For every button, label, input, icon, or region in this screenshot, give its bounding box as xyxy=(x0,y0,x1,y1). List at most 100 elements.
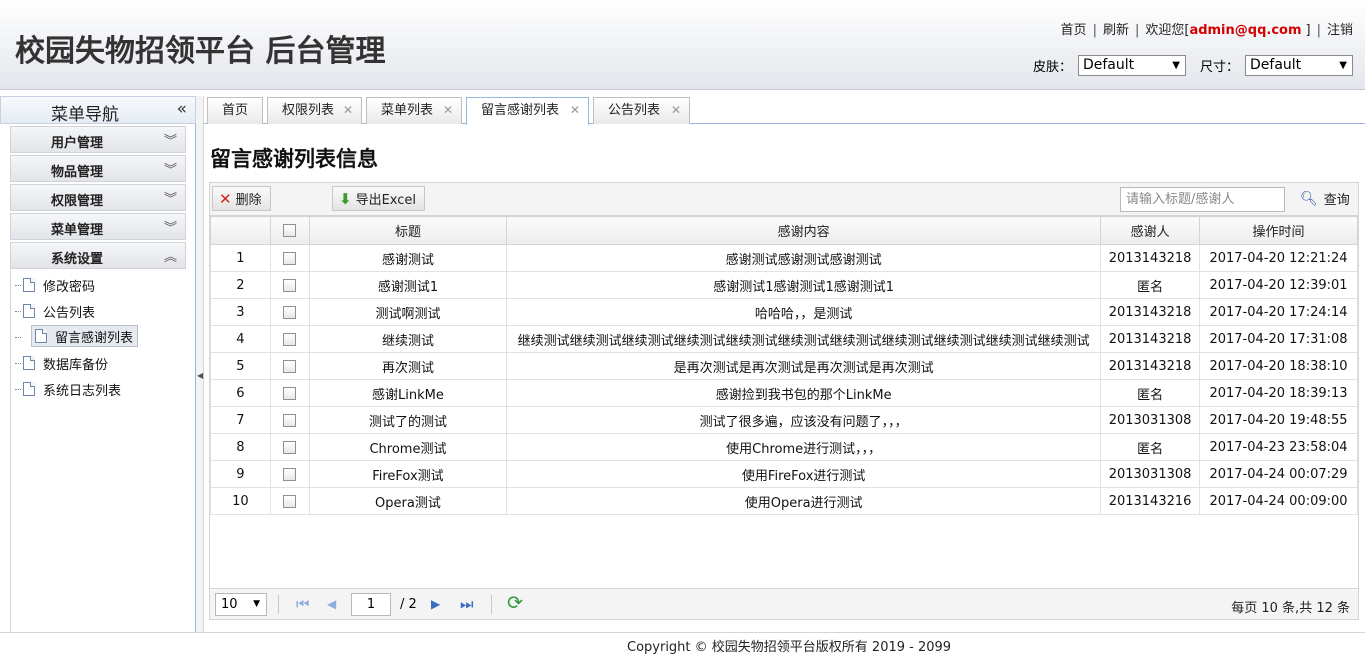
cell-content: 是再次测试是再次测试是再次测试是再次测试 xyxy=(506,352,1102,380)
header-rownum xyxy=(210,216,271,245)
table-row[interactable]: 10 Opera测试 使用Opera进行测试 2013143216 2017-04-24… xyxy=(210,487,1358,515)
tree-item-system-log[interactable]: 系统日志列表 xyxy=(23,378,125,400)
pager: 10 ▼ ⏮ ◀ 1 / 2 ▶ ⏭ ⟳ 每页 10 条,共 12 条 xyxy=(210,588,1358,619)
header-thanker[interactable]: 感谢人 xyxy=(1100,216,1201,245)
table-row[interactable]: 5 再次测试 是再次测试是再次测试是再次测试是再次测试 2013143218 2017-… xyxy=(210,352,1358,380)
pager-info: 每页 10 条,共 12 条 xyxy=(1231,601,1350,616)
close-icon[interactable]: ✕ xyxy=(570,98,580,123)
prev-page-icon[interactable]: ◀ xyxy=(327,597,336,611)
header-content[interactable]: 感谢内容 xyxy=(506,216,1102,245)
size-label: 尺寸： xyxy=(1199,60,1239,75)
cell-select[interactable] xyxy=(269,433,310,461)
close-icon[interactable]: ✕ xyxy=(671,98,681,123)
skin-select[interactable]: Default ▼ xyxy=(1077,55,1186,76)
collapse-left-icon[interactable]: « xyxy=(177,99,187,119)
tab-thanks-list[interactable]: 留言感谢列表 ✕ xyxy=(466,97,589,125)
table-row[interactable]: 6 感谢LinkMe 感谢捡到我书包的那个LinkMe 匿名 2017-04-20 18… xyxy=(210,379,1358,407)
tree-item-db-backup[interactable]: 数据库备份 xyxy=(23,352,112,374)
accordion-permission-management[interactable]: 权限管理 ︾ xyxy=(10,184,186,211)
cell-thanker: 匿名 xyxy=(1100,433,1201,461)
collapse-arrow-icon[interactable]: ◀ xyxy=(197,371,203,380)
cell-time: 2017-04-20 12:21:24 xyxy=(1199,244,1358,272)
nav-title: 菜单导航 xyxy=(51,105,119,125)
cell-thanker: 匿名 xyxy=(1100,379,1201,407)
home-link[interactable]: 首页 xyxy=(1061,19,1087,38)
next-page-icon[interactable]: ▶ xyxy=(431,597,440,611)
cell-content: 哈哈哈，，是测试 xyxy=(506,298,1102,326)
row-checkbox[interactable] xyxy=(283,413,297,427)
table-row[interactable]: 8 Chrome测试 使用Chrome进行测试，，， 匿名 2017-04-23 23:… xyxy=(210,433,1358,461)
table-row[interactable]: 3 测试啊测试 哈哈哈，，是测试 2013143218 2017-04-20 17:24… xyxy=(210,298,1358,326)
cell-select[interactable] xyxy=(269,406,310,434)
refresh-link[interactable]: 刷新 xyxy=(1103,19,1129,38)
cell-select[interactable] xyxy=(269,352,310,380)
row-checkbox[interactable] xyxy=(283,278,297,292)
tree-item-notice-list[interactable]: 公告列表 xyxy=(23,300,99,322)
cell-time: 2017-04-20 18:39:13 xyxy=(1199,379,1358,407)
delete-button[interactable]: ✕ 删除 xyxy=(212,186,271,211)
first-page-icon[interactable]: ⏮ xyxy=(296,595,310,613)
accordion-item-management[interactable]: 物品管理 ︾ xyxy=(10,155,186,182)
settings-tree: 修改密码 公告列表 留言感谢列表 数据库备份 系统日志列表 xyxy=(10,270,186,632)
cell-select[interactable] xyxy=(269,244,310,272)
accordion-user-management[interactable]: 用户管理 ︾ xyxy=(10,126,186,153)
cell-title: 继续测试 xyxy=(308,325,508,353)
cell-rownum: 8 xyxy=(210,433,271,461)
last-page-icon[interactable]: ⏭ xyxy=(460,595,474,613)
cell-select[interactable] xyxy=(269,298,310,326)
table-row[interactable]: 4 继续测试 继续测试继续测试继续测试继续测试继续测试继续测试继续测试继续测试继续测… xyxy=(210,325,1358,353)
cell-select[interactable] xyxy=(269,487,310,515)
cell-title: Chrome测试 xyxy=(308,433,508,461)
tab-home[interactable]: 首页 xyxy=(207,97,263,124)
table-row[interactable]: 2 感谢测试1 感谢测试1感谢测试1感谢测试1 匿名 2017-04-20 12:39:… xyxy=(210,271,1358,299)
row-checkbox[interactable] xyxy=(283,305,297,319)
tab-menu-list[interactable]: 菜单列表 ✕ xyxy=(366,97,462,124)
page-size-select[interactable]: 10 ▼ xyxy=(215,593,267,616)
cell-rownum: 3 xyxy=(210,298,271,326)
table-row[interactable]: 9 FireFox测试 使用FireFox进行测试 2013031308 2017-04… xyxy=(210,460,1358,488)
document-icon xyxy=(35,329,47,343)
cell-thanker: 匿名 xyxy=(1100,271,1201,299)
row-checkbox[interactable] xyxy=(283,332,297,346)
delete-x-icon: ✕ xyxy=(219,189,232,208)
row-checkbox[interactable] xyxy=(283,494,297,508)
cell-rownum: 10 xyxy=(210,487,271,515)
panel-splitter[interactable]: ◀ xyxy=(196,96,204,632)
search-button[interactable]: 🔍︎ 查询 xyxy=(1300,189,1350,209)
size-select[interactable]: Default ▼ xyxy=(1245,55,1353,76)
table-header-row: 标题 感谢内容 感谢人 操作时间 xyxy=(210,216,1358,245)
logout-link[interactable]: 注销 xyxy=(1327,19,1353,38)
search-input[interactable]: 请输入标题/感谢人 xyxy=(1120,187,1285,212)
table-row[interactable]: 1 感谢测试 感谢测试感谢测试感谢测试 2013143218 2017-04-20 12… xyxy=(210,244,1358,272)
header-title[interactable]: 标题 xyxy=(308,216,508,245)
cell-select[interactable] xyxy=(269,460,310,488)
cell-content: 感谢测试感谢测试感谢测试 xyxy=(506,244,1102,272)
page-number-input[interactable]: 1 xyxy=(351,593,391,616)
refresh-icon[interactable]: ⟳ xyxy=(507,592,523,614)
tree-item-thanks-list[interactable]: 留言感谢列表 xyxy=(31,325,139,347)
row-checkbox[interactable] xyxy=(283,359,297,373)
tree-item-change-password[interactable]: 修改密码 xyxy=(23,274,99,296)
accordion-menu-management[interactable]: 菜单管理 ︾ xyxy=(10,213,186,240)
header-select-all[interactable] xyxy=(269,216,310,245)
select-all-checkbox[interactable] xyxy=(283,224,297,237)
cell-select[interactable] xyxy=(269,379,310,407)
export-excel-button[interactable]: ⬇ 导出Excel xyxy=(332,186,426,211)
row-checkbox[interactable] xyxy=(283,440,297,454)
document-icon xyxy=(23,356,35,370)
accordion-system-settings[interactable]: 系统设置 ︽ xyxy=(10,242,186,269)
table-row[interactable]: 7 测试了的测试 测试了很多遍，应该没有问题了，，， 2013031308 2017-0… xyxy=(210,406,1358,434)
row-checkbox[interactable] xyxy=(283,386,297,400)
tab-notice-list[interactable]: 公告列表 ✕ xyxy=(593,97,690,124)
cell-select[interactable] xyxy=(269,325,310,353)
cell-rownum: 7 xyxy=(210,406,271,434)
header-time[interactable]: 操作时间 xyxy=(1199,216,1358,245)
close-icon[interactable]: ✕ xyxy=(443,98,453,123)
row-checkbox[interactable] xyxy=(283,251,297,265)
table-body: 1 感谢测试 感谢测试感谢测试感谢测试 2013143218 2017-04-20 12… xyxy=(210,244,1358,515)
cell-select[interactable] xyxy=(269,271,310,299)
row-checkbox[interactable] xyxy=(283,467,297,481)
close-icon[interactable]: ✕ xyxy=(343,98,353,123)
tab-permission-list[interactable]: 权限列表 ✕ xyxy=(267,97,362,124)
copyright: Copyright © 校园失物招领平台版权所有 2019 - 2099 xyxy=(627,640,952,655)
